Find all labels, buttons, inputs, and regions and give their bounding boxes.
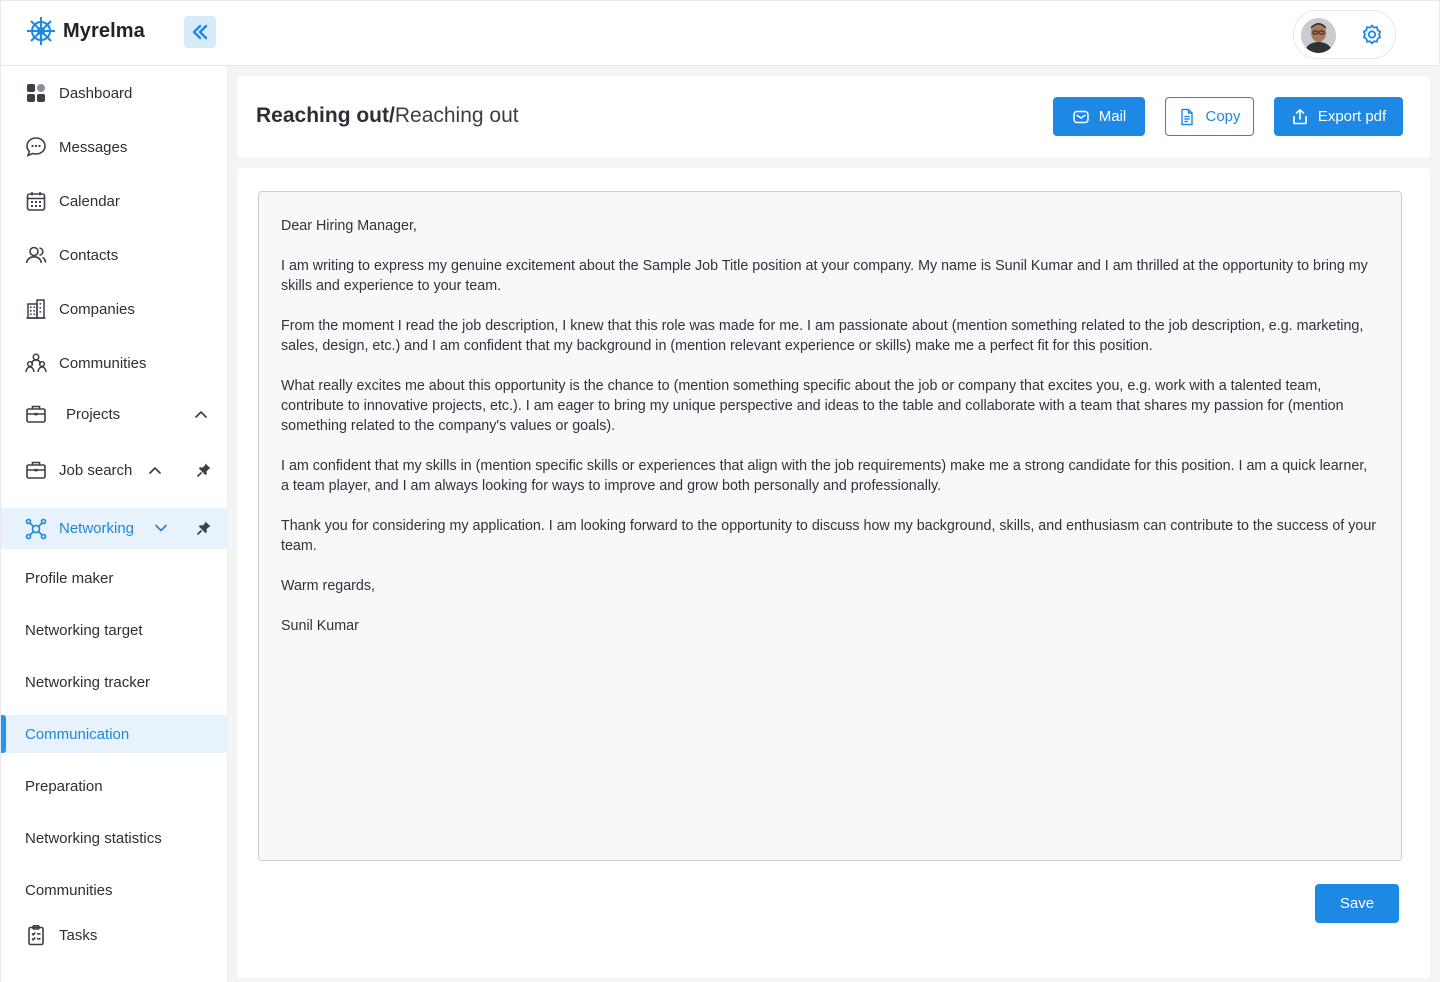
collapse-sidebar-button[interactable] — [184, 16, 216, 48]
sidebar-subitem-label: Communication — [25, 725, 130, 743]
letter-paragraph: Thank you for considering my application… — [281, 518, 1377, 554]
app-name: Myrelma — [63, 19, 145, 42]
gear-icon[interactable] — [1360, 23, 1384, 47]
sidebar-subitem-label: Preparation — [25, 777, 103, 795]
sidebar-subitem-label: Networking target — [25, 621, 143, 639]
letter-paragraph: I am confident that my skills in (mentio… — [281, 458, 1368, 494]
mail-button[interactable]: Mail — [1053, 97, 1145, 136]
chevron-up-icon[interactable] — [148, 463, 162, 477]
sidebar-subitem-networking-tracker[interactable]: Networking tracker — [1, 663, 227, 701]
sidebar-item-label: Contacts — [59, 246, 119, 264]
export-pdf-button-label: Export pdf — [1317, 108, 1387, 125]
page-title-current: Reaching out — [394, 104, 519, 127]
top-bar: Myrelma — [0, 0, 1440, 66]
dashboard-icon — [25, 82, 47, 104]
editor-panel: Dear Hiring Manager, I am writing to exp… — [237, 168, 1430, 978]
briefcase-icon — [25, 459, 47, 481]
building-icon — [25, 298, 47, 320]
copy-button[interactable]: Copy — [1165, 97, 1254, 136]
sidebar-subitem-label: Communities — [25, 881, 113, 899]
sidebar-item-tasks[interactable]: Tasks — [1, 918, 227, 952]
network-icon — [25, 518, 47, 540]
community-icon — [25, 352, 47, 374]
page-title: Reaching out/Reaching out — [256, 104, 519, 128]
pin-icon[interactable] — [196, 520, 212, 536]
letter-paragraph: Sunil Kumar — [281, 618, 359, 634]
sidebar-subitem-label: Networking statistics — [25, 829, 162, 847]
letter-textarea[interactable]: Dear Hiring Manager, I am writing to exp… — [258, 191, 1402, 861]
letter-paragraph: From the moment I read the job descripti… — [281, 318, 1364, 354]
sidebar-item-label: Tasks — [59, 926, 98, 944]
page-header: Reaching out/Reaching out Mail Copy Expo… — [237, 76, 1430, 158]
mail-button-label: Mail — [1098, 108, 1127, 125]
sidebar-item-dashboard[interactable]: Dashboard — [1, 76, 227, 110]
briefcase-icon — [25, 403, 47, 425]
sidebar-subitem-label: Networking tracker — [25, 673, 151, 691]
upload-share-icon — [1291, 108, 1309, 126]
sidebar-subitem-networking-target[interactable]: Networking target — [1, 611, 227, 649]
save-button[interactable]: Save — [1315, 884, 1399, 923]
letter-paragraph: Warm regards, — [281, 578, 376, 594]
sidebar-item-label: Projects — [66, 405, 121, 423]
letter-paragraph: I am writing to express my genuine excit… — [281, 258, 1368, 294]
copy-document-icon — [1178, 108, 1196, 126]
sidebar-item-communities[interactable]: Communities — [1, 346, 227, 380]
letter-paragraph: Dear Hiring Manager, — [281, 218, 417, 234]
ship-wheel-icon — [25, 15, 57, 47]
sidebar-item-networking[interactable]: Networking — [1, 508, 227, 549]
user-menu — [1293, 10, 1396, 59]
chevron-up-icon[interactable] — [194, 407, 208, 421]
sidebar-item-label: Dashboard — [59, 84, 133, 102]
double-chevron-left-icon — [191, 23, 209, 41]
sidebar-item-messages[interactable]: Messages — [1, 130, 227, 164]
sidebar-subitem-label: Profile maker — [25, 569, 114, 587]
contacts-icon — [25, 244, 47, 266]
sidebar-subitem-preparation[interactable]: Preparation — [1, 767, 227, 805]
mail-icon — [1072, 108, 1090, 126]
sidebar-item-label: Companies — [59, 300, 135, 318]
sidebar-item-label: Calendar — [59, 192, 120, 210]
sidebar-subitem-communities[interactable]: Communities — [1, 871, 227, 909]
calendar-icon — [25, 190, 47, 212]
clipboard-icon — [25, 924, 47, 946]
sidebar-item-projects[interactable]: Projects — [1, 396, 227, 432]
avatar[interactable] — [1301, 18, 1336, 53]
letter-paragraph: What really excites me about this opport… — [281, 378, 1344, 434]
sidebar-item-job-search[interactable]: Job search — [1, 452, 227, 488]
chevron-down-icon[interactable] — [154, 521, 168, 535]
sidebar-subitem-profile-maker[interactable]: Profile maker — [1, 559, 227, 597]
sidebar-item-label: Communities — [59, 354, 147, 372]
sidebar-subitem-networking-statistics[interactable]: Networking statistics — [1, 819, 227, 857]
brand[interactable]: Myrelma — [25, 15, 145, 47]
sidebar-item-companies[interactable]: Companies — [1, 292, 227, 326]
sidebar-item-label: Messages — [59, 138, 128, 156]
chat-bubble-icon — [25, 136, 47, 158]
sidebar-item-label: Networking — [59, 520, 135, 537]
sidebar-item-label: Job search — [59, 461, 133, 479]
page-title-section: Reaching out/ — [256, 104, 395, 127]
sidebar-item-contacts[interactable]: Contacts — [1, 238, 227, 272]
sidebar-subitem-communication[interactable]: Communication — [1, 715, 227, 753]
sidebar: Dashboard Messages Calendar Contacts Com… — [0, 66, 228, 982]
sidebar-item-calendar[interactable]: Calendar — [1, 184, 227, 218]
export-pdf-button[interactable]: Export pdf — [1274, 97, 1403, 136]
pin-icon[interactable] — [196, 462, 212, 478]
copy-button-label: Copy — [1205, 108, 1241, 125]
